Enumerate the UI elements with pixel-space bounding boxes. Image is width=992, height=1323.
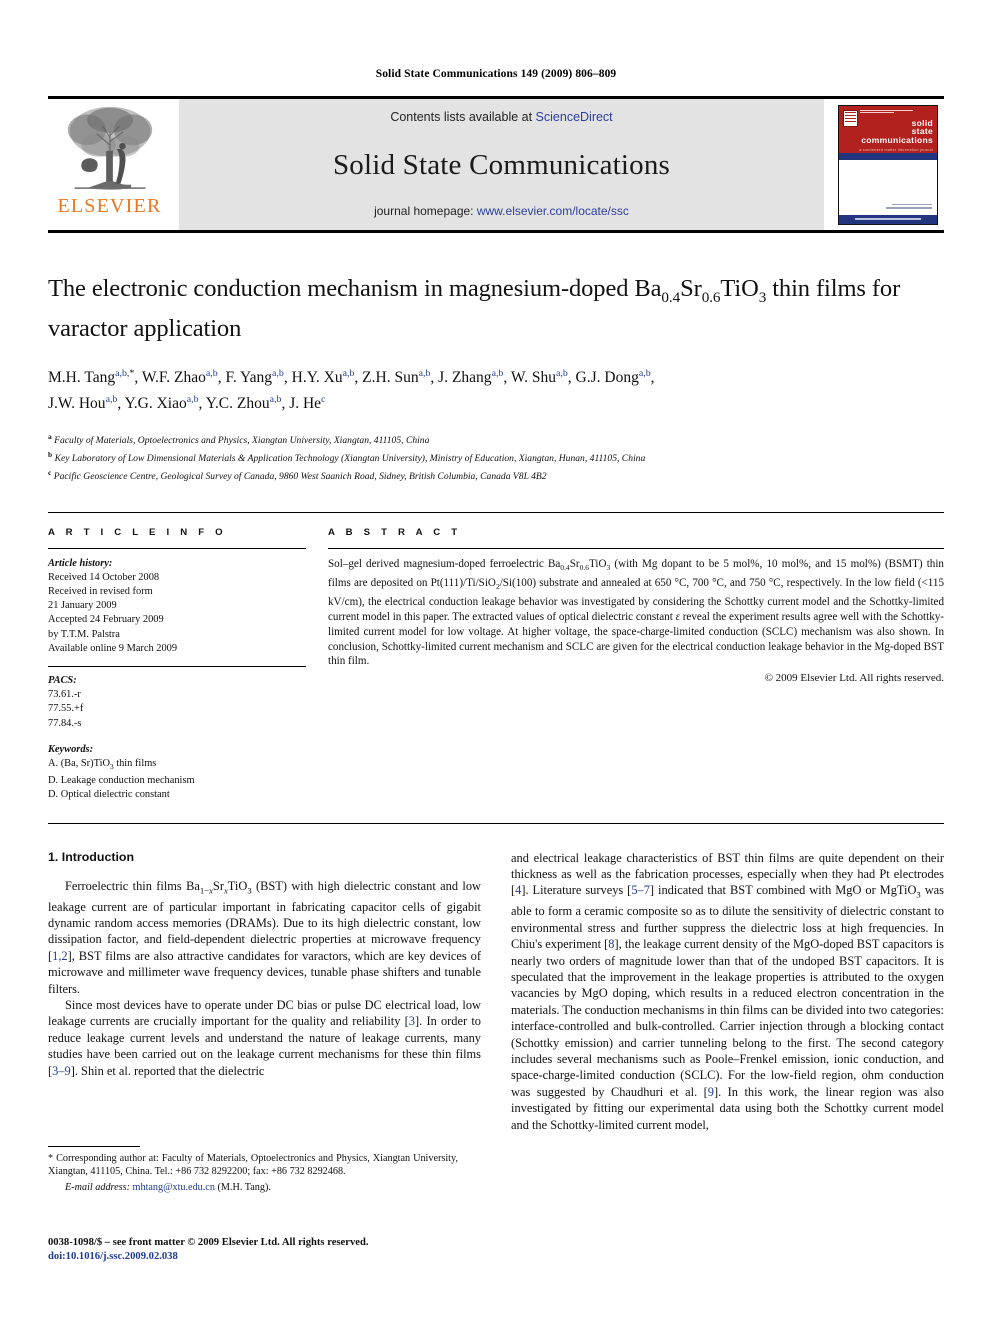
pacs-code: 77.55.+f [48, 703, 84, 715]
paragraph: Since most devices have to operate under… [48, 997, 481, 1078]
corresponding-author-note: * Corresponding author at: Faculty of Ma… [48, 1153, 458, 1178]
elsevier-logo: ELSEVIER [48, 99, 171, 230]
journal-masthead: ELSEVIER Contents lists available at Sci… [48, 96, 944, 233]
affiliation-a: a Faculty of Materials, Optoelectronics … [48, 432, 430, 447]
history-line: Available online 9 March 2009 [48, 642, 178, 654]
body-column-left: 1. Introduction Ferroelectric thin films… [48, 850, 481, 1133]
keyword-item: D. Optical dielectric constant [48, 789, 170, 801]
article-history-label: Article history: [48, 557, 113, 569]
doi-link[interactable]: doi:10.1016/j.ssc.2009.02.038 [48, 1250, 478, 1264]
contents-prefix: Contents lists available at [390, 110, 536, 124]
keyword-item: A. (Ba, Sr)TiO3 thin films [48, 757, 157, 772]
abstract-copyright: © 2009 Elsevier Ltd. All rights reserved… [764, 672, 944, 685]
issn-block: 0038-1098/$ – see front matter © 2009 El… [48, 1236, 478, 1264]
pacs-code: 77.84.-s [48, 717, 82, 729]
info-abstract-row: A R T I C L E I N F O Article history: R… [48, 513, 944, 803]
history-line: Received 14 October 2008 [48, 571, 160, 583]
abstract-column: A B S T R A C T Sol–gel derived magnesiu… [328, 513, 944, 803]
sciencedirect-link[interactable]: ScienceDirect [536, 110, 613, 124]
journal-title: Solid State Communications [332, 148, 671, 181]
page-title: The electronic conduction mechanism in m… [48, 275, 901, 342]
paragraph: and electrical leakage characteristics o… [511, 850, 944, 1132]
affiliation-c: c Pacific Geoscience Centre, Geological … [48, 467, 547, 482]
title-block: The electronic conduction mechanism in m… [48, 273, 944, 484]
cover-footer-band [839, 214, 937, 224]
abstract-heading: A B S T R A C T [328, 526, 462, 538]
body-columns: 1. Introduction Ferroelectric thin films… [48, 850, 944, 1133]
body-column-right: and electrical leakage characteristics o… [511, 850, 944, 1133]
history-line: 21 January 2009 [48, 600, 117, 612]
footnote-block: * Corresponding author at: Faculty of Ma… [48, 1146, 458, 1194]
email-suffix: (M.H. Tang). [217, 1181, 271, 1193]
cover-journal-title: solid state communications [861, 117, 933, 145]
homepage-prefix: journal homepage: [374, 204, 477, 218]
journal-cover-thumbnail: solid state communications a condensed m… [832, 99, 944, 230]
cover-mini-logo-icon [843, 109, 858, 127]
article-info-heading: A R T I C L E I N F O [48, 526, 227, 538]
cover-top-band: solid state communications a condensed m… [839, 105, 937, 153]
masthead-center: Contents lists available at ScienceDirec… [179, 99, 824, 230]
cover-image: solid state communications a condensed m… [838, 104, 938, 225]
footnote-rule [48, 1146, 140, 1147]
contents-available-line: Contents lists available at ScienceDirec… [390, 110, 612, 124]
info-heading-rule [48, 547, 306, 549]
abstract-heading-rule [328, 547, 944, 549]
paper-page: Solid State Communications 149 (2009) 80… [0, 0, 992, 1323]
author-list: M.H. Tanga,b,*, W.F. Zhaoa,b, F. Yanga,b… [48, 367, 655, 413]
affiliation-b: b Key Laboratory of Low Dimensional Mate… [48, 449, 646, 465]
pacs-label: PACS: [48, 674, 77, 686]
email-link[interactable]: mhtang@xtu.edu.cn [133, 1182, 215, 1193]
cover-white-body [839, 159, 937, 215]
journal-homepage-line: journal homepage: www.elsevier.com/locat… [374, 204, 629, 218]
elsevier-wordmark: ELSEVIER [57, 195, 162, 217]
author-affil-marker: a,b, [115, 367, 130, 379]
info-separator [48, 665, 306, 667]
keywords-label: Keywords: [48, 743, 94, 755]
keywords-group: Keywords: A. (Ba, Sr)TiO3 thin films D. … [48, 743, 306, 803]
article-history: Article history: Received 14 October 200… [48, 557, 306, 656]
pacs-code: 73.61.-r [48, 689, 81, 701]
abstract-text: Sol–gel derived magnesium-doped ferroele… [328, 557, 945, 668]
section-heading-introduction: 1. Introduction [48, 849, 135, 864]
cover-tagline: a condensed matter information journal [859, 147, 933, 152]
journal-homepage-link[interactable]: www.elsevier.com/locate/ssc [477, 204, 629, 218]
history-line: Received in revised form [48, 585, 153, 597]
article-info-column: A R T I C L E I N F O Article history: R… [48, 513, 306, 803]
running-head: Solid State Communications 149 (2009) 80… [375, 68, 617, 80]
cover-body-lines [886, 203, 932, 211]
issn-line: 0038-1098/$ – see front matter © 2009 El… [48, 1237, 369, 1248]
corresponding-author-marker: * [129, 367, 135, 379]
keyword-item: D. Leakage conduction mechanism [48, 775, 195, 787]
history-line: by T.T.M. Palstra [48, 628, 120, 640]
info-bottom-rule [48, 822, 944, 824]
pacs-group: PACS: 73.61.-r 77.55.+f 77.84.-s [48, 674, 306, 731]
history-line: Accepted 24 February 2009 [48, 614, 164, 626]
paragraph: Ferroelectric thin films Ba1−xSrxTiO3 (B… [48, 878, 481, 996]
cover-blue-stripe [839, 152, 937, 160]
email-label: E-mail address: [65, 1181, 130, 1193]
affiliation-list: a Faculty of Materials, Optoelectronics … [48, 430, 944, 483]
cover-tiny-text [860, 109, 934, 116]
email-note: E-mail address: mhtang@xtu.edu.cn (M.H. … [48, 1181, 458, 1194]
elsevier-tree-icon [67, 106, 152, 190]
